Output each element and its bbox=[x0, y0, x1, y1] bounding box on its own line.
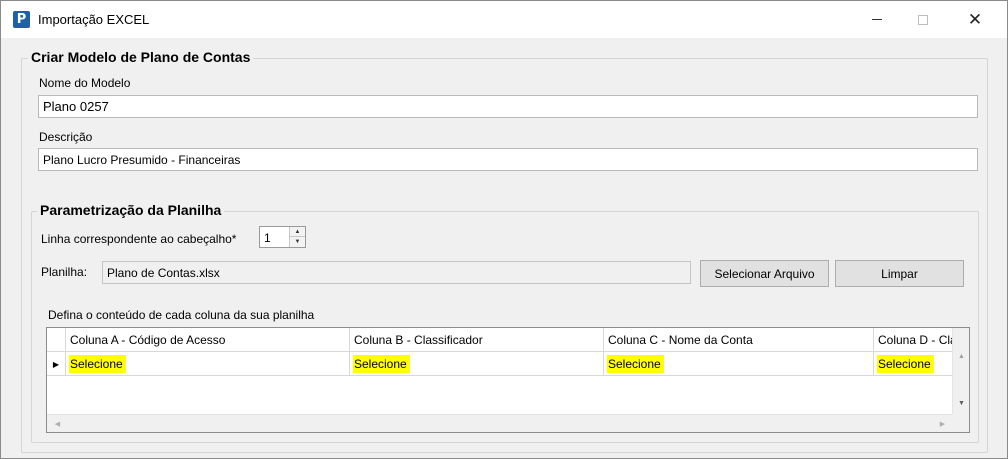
column-header-c[interactable]: Coluna C - Nome da Conta bbox=[604, 328, 874, 352]
spin-down-arrow-icon[interactable]: ▼ bbox=[290, 237, 305, 247]
grid-header-row: Coluna A - Código de Acesso Coluna B - C… bbox=[47, 328, 953, 352]
model-name-label: Nome do Modelo bbox=[39, 76, 131, 90]
window-title: Importação EXCEL bbox=[38, 12, 150, 27]
scroll-right-icon[interactable]: ▶ bbox=[934, 415, 951, 432]
grid-viewport: Coluna A - Código de Acesso Coluna B - C… bbox=[47, 328, 953, 414]
cell-column-d[interactable]: Selecione bbox=[874, 352, 953, 376]
model-name-input[interactable]: Plano 0257 bbox=[38, 95, 978, 118]
grid-size-grip bbox=[952, 414, 969, 432]
minimize-button[interactable] bbox=[854, 1, 900, 38]
vertical-scrollbar[interactable]: ▲ ▼ bbox=[952, 328, 969, 414]
columns-caption: Defina o conteúdo de cada coluna da sua … bbox=[48, 308, 315, 322]
minimize-icon bbox=[872, 19, 882, 20]
scroll-down-icon[interactable]: ▼ bbox=[953, 395, 969, 412]
scroll-left-icon[interactable]: ◀ bbox=[49, 415, 66, 432]
clear-button[interactable]: Limpar bbox=[835, 260, 964, 287]
import-excel-window: P Importação EXCEL ✕ Criar Modelo de Pla… bbox=[0, 0, 1008, 459]
cell-column-c[interactable]: Selecione bbox=[604, 352, 874, 376]
maximize-icon bbox=[918, 14, 928, 25]
stepper-buttons: ▲ ▼ bbox=[289, 227, 305, 247]
column-mapping-grid[interactable]: Coluna A - Código de Acesso Coluna B - C… bbox=[46, 327, 970, 433]
grid-corner bbox=[47, 328, 66, 352]
header-row-label: Linha correspondente ao cabeçalho* bbox=[41, 232, 237, 246]
close-button[interactable]: ✕ bbox=[952, 1, 998, 38]
select-file-button[interactable]: Selecionar Arquivo bbox=[700, 260, 829, 287]
spin-up-arrow-icon[interactable]: ▲ bbox=[290, 227, 305, 237]
header-row-stepper[interactable]: 1 ▲ ▼ bbox=[259, 226, 306, 248]
description-label: Descrição bbox=[39, 130, 93, 144]
sheet-groupbox-legend: Parametrização da Planilha bbox=[37, 202, 225, 218]
horizontal-scrollbar[interactable]: ◀ ▶ bbox=[47, 414, 953, 432]
scroll-up-icon[interactable]: ▲ bbox=[953, 348, 969, 365]
title-bar: P Importação EXCEL ✕ bbox=[1, 1, 1007, 38]
column-header-a[interactable]: Coluna A - Código de Acesso bbox=[66, 328, 350, 352]
table-row: ▶ Selecione Selecione Selecione Selecion… bbox=[47, 352, 953, 376]
cell-value: Selecione bbox=[353, 355, 410, 373]
header-row-value: 1 bbox=[264, 231, 271, 245]
sheet-label: Planilha: bbox=[41, 265, 88, 279]
cell-value: Selecione bbox=[69, 355, 126, 373]
row-pointer-icon: ▶ bbox=[47, 352, 66, 376]
column-header-b[interactable]: Coluna B - Classificador bbox=[350, 328, 604, 352]
cell-value: Selecione bbox=[877, 355, 934, 373]
description-input[interactable]: Plano Lucro Presumido - Financeiras bbox=[38, 148, 978, 171]
column-header-d[interactable]: Coluna D - Classificação bbox=[874, 328, 953, 352]
sheet-file-field: Plano de Contas.xlsx bbox=[102, 261, 691, 284]
cell-value: Selecione bbox=[607, 355, 664, 373]
maximize-button[interactable] bbox=[900, 1, 946, 38]
cell-column-a[interactable]: Selecione bbox=[66, 352, 350, 376]
model-groupbox-legend: Criar Modelo de Plano de Contas bbox=[28, 49, 254, 65]
app-logo-icon: P bbox=[13, 11, 30, 28]
cell-column-b[interactable]: Selecione bbox=[350, 352, 604, 376]
